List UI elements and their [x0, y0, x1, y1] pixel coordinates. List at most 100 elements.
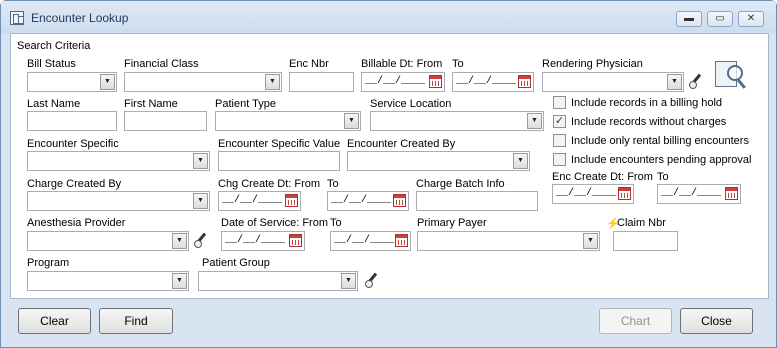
encounter-created-by-dropdown[interactable]: ▼ [347, 151, 530, 171]
calendar-icon[interactable] [395, 234, 408, 247]
chevron-down-icon[interactable]: ▼ [193, 153, 208, 169]
calendar-icon[interactable] [725, 187, 738, 200]
physician-lookup-icon[interactable] [687, 72, 703, 90]
first-name-input[interactable] [124, 111, 207, 131]
charge-created-by-dropdown[interactable]: ▼ [27, 191, 210, 211]
enc-nbr-input[interactable] [289, 72, 354, 92]
billable-from-date[interactable]: __/__/____ [361, 72, 445, 92]
date-mask: __/__/____ [556, 188, 617, 199]
close-window-button[interactable]: ✕ [738, 11, 764, 27]
calendar-icon[interactable] [285, 194, 298, 207]
app-icon [10, 11, 24, 25]
bill-status-label: Bill Status [27, 58, 76, 70]
bill-status-dropdown[interactable]: ▼ [27, 72, 117, 92]
enc-create-to-label: To [657, 171, 669, 183]
enc-create-to-date[interactable]: __/__/____ [657, 184, 741, 204]
last-name-label: Last Name [27, 98, 81, 110]
chevron-down-icon[interactable]: ▼ [100, 74, 115, 90]
patient-group-label: Patient Group [202, 257, 270, 269]
without-charges-label: Include records without charges [571, 116, 727, 128]
encounter-specific-dropdown[interactable]: ▼ [27, 151, 210, 171]
last-name-input[interactable] [27, 111, 117, 131]
chevron-down-icon[interactable]: ▼ [172, 233, 187, 249]
find-button[interactable]: Find [99, 308, 173, 334]
calendar-icon[interactable] [289, 234, 302, 247]
chg-create-to-date[interactable]: __/__/____ [327, 191, 409, 211]
patient-group-dropdown[interactable]: ▼ [198, 271, 358, 291]
charge-batch-info-label: Charge Batch Info [416, 178, 505, 190]
calendar-icon[interactable] [393, 194, 406, 207]
chevron-down-icon[interactable]: ▼ [344, 113, 359, 129]
primary-payer-dropdown[interactable]: ▼ [417, 231, 600, 251]
chevron-down-icon[interactable]: ▼ [341, 273, 356, 289]
search-criteria-legend: Search Criteria [17, 40, 91, 52]
pending-approval-label: Include encounters pending approval [571, 154, 752, 166]
encounter-specific-label: Encounter Specific [27, 138, 119, 150]
dos-to-date[interactable]: __/__/____ [330, 231, 411, 251]
program-dropdown[interactable]: ▼ [27, 271, 189, 291]
anesthesia-provider-label: Anesthesia Provider [27, 217, 126, 229]
chevron-down-icon[interactable]: ▼ [265, 74, 280, 90]
date-mask: __/__/____ [222, 195, 283, 206]
minimize-button[interactable]: ▬ [676, 11, 702, 27]
calendar-icon[interactable] [429, 75, 442, 88]
chart-button[interactable]: Chart [599, 308, 672, 334]
without-charges-checkbox[interactable]: ✓ [553, 115, 566, 128]
rendering-physician-dropdown[interactable]: ▼ [542, 72, 684, 92]
title-bar[interactable]: Encounter Lookup ▬ ▭ ✕ [1, 1, 776, 33]
chevron-down-icon[interactable]: ▼ [527, 113, 542, 129]
claim-nbr-input[interactable] [613, 231, 678, 251]
financial-class-label: Financial Class [124, 58, 199, 70]
date-mask: __/__/____ [225, 235, 286, 246]
calendar-icon[interactable] [618, 187, 631, 200]
rendering-physician-label: Rendering Physician [542, 58, 643, 70]
rental-billing-label: Include only rental billing encounters [571, 135, 749, 147]
program-label: Program [27, 257, 70, 269]
chevron-down-icon[interactable]: ▼ [193, 193, 208, 209]
patient-group-lookup-icon[interactable] [363, 271, 379, 289]
encounter-specific-value-input[interactable] [218, 151, 340, 171]
rental-billing-checkbox[interactable] [553, 134, 566, 147]
chevron-down-icon[interactable]: ▼ [583, 233, 598, 249]
date-mask: __/__/____ [331, 195, 392, 206]
window-title: Encounter Lookup [31, 11, 129, 25]
chg-create-from-date[interactable]: __/__/____ [218, 191, 301, 211]
encounter-lookup-window: Encounter Lookup ▬ ▭ ✕ Search Criteria B… [0, 0, 777, 348]
first-name-label: First Name [124, 98, 178, 110]
patient-type-dropdown[interactable]: ▼ [215, 111, 361, 131]
claim-nbr-label: Claim Nbr [617, 217, 666, 229]
dos-from-label: Date of Service: From [221, 217, 328, 229]
chevron-down-icon[interactable]: ▼ [172, 273, 187, 289]
date-mask: __/__/____ [456, 76, 517, 87]
lightning-icon: ⚡ [606, 218, 620, 230]
date-mask: __/__/____ [661, 188, 722, 199]
anesthesia-provider-dropdown[interactable]: ▼ [27, 231, 189, 251]
chevron-down-icon[interactable]: ▼ [513, 153, 528, 169]
financial-class-dropdown[interactable]: ▼ [124, 72, 282, 92]
date-mask: __/__/____ [334, 235, 395, 246]
charge-created-by-label: Charge Created By [27, 178, 122, 190]
primary-payer-label: Primary Payer [417, 217, 487, 229]
billable-to-date[interactable]: __/__/____ [452, 72, 534, 92]
billable-from-label: Billable Dt: From [361, 58, 443, 70]
chevron-down-icon[interactable]: ▼ [667, 74, 682, 90]
enc-create-from-date[interactable]: __/__/____ [552, 184, 634, 204]
maximize-button[interactable]: ▭ [707, 11, 733, 27]
anesthesia-lookup-icon[interactable] [192, 231, 208, 249]
calendar-icon[interactable] [518, 75, 531, 88]
dos-from-date[interactable]: __/__/____ [221, 231, 305, 251]
dos-to-label: To [330, 217, 342, 229]
chg-create-from-label: Chg Create Dt: From [218, 178, 321, 190]
pending-approval-checkbox[interactable] [553, 153, 566, 166]
billing-hold-checkbox[interactable] [553, 96, 566, 109]
patient-type-label: Patient Type [215, 98, 276, 110]
service-location-dropdown[interactable]: ▼ [370, 111, 544, 131]
billable-to-label: To [452, 58, 464, 70]
magnifier-handle [737, 79, 746, 89]
date-mask: __/__/____ [365, 76, 426, 87]
charge-batch-info-input[interactable] [416, 191, 538, 211]
enc-create-from-label: Enc Create Dt: From [552, 171, 653, 183]
close-button[interactable]: Close [680, 308, 753, 334]
billing-hold-label: Include records in a billing hold [571, 97, 723, 109]
clear-button[interactable]: Clear [18, 308, 91, 334]
